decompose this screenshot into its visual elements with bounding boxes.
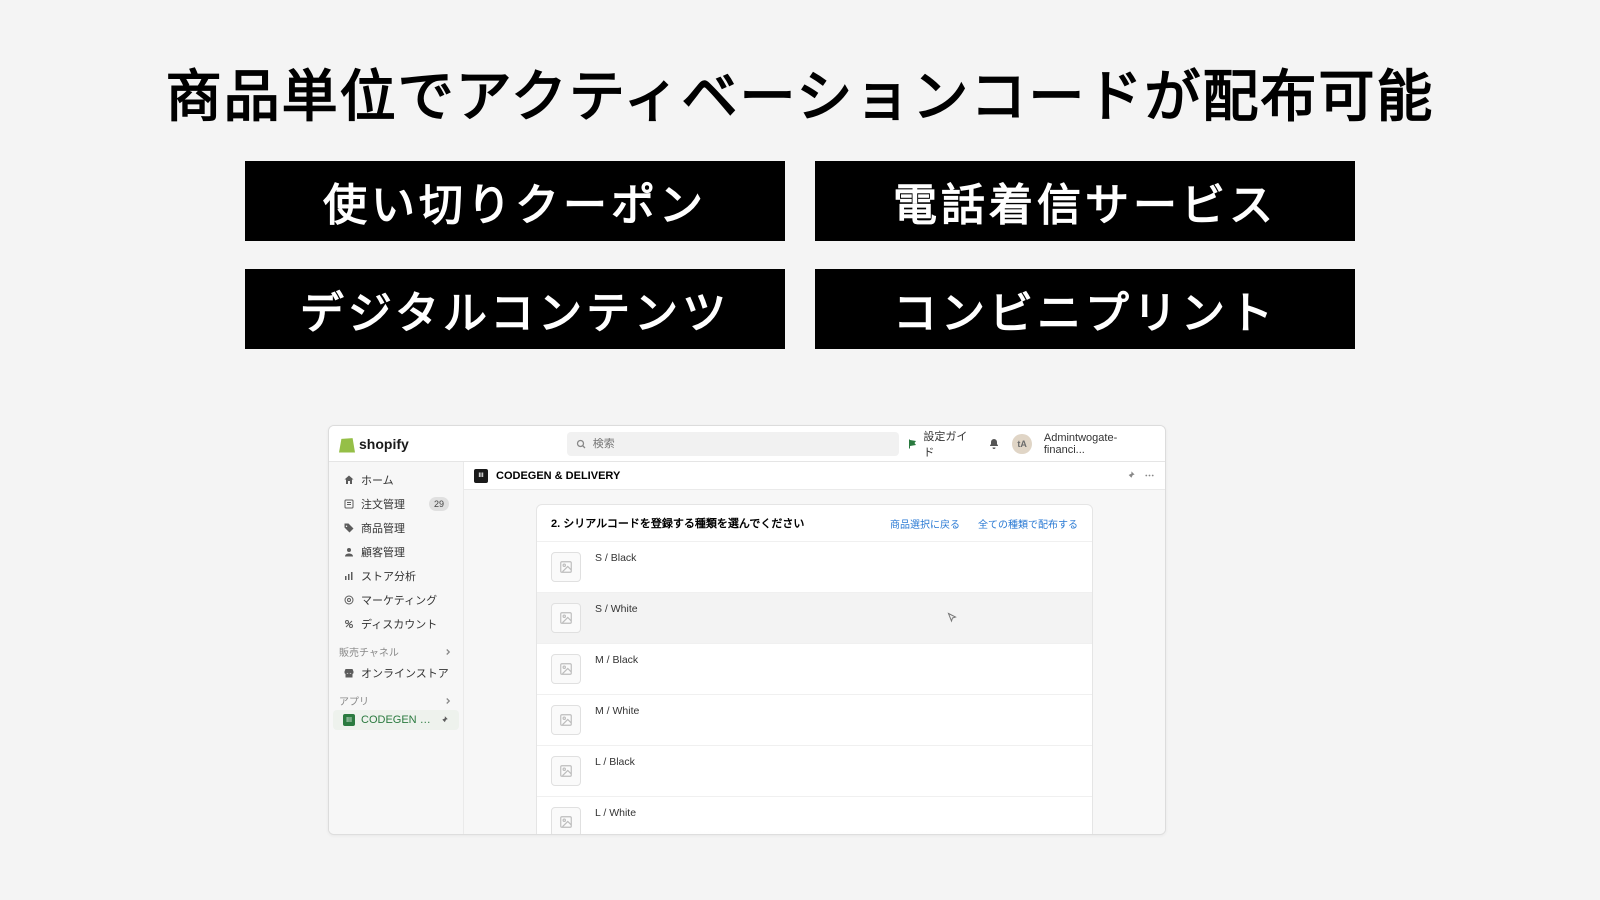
badge-digital-content: デジタルコンテンツ [245, 269, 785, 349]
sidebar-section-label: 販売チャネル [339, 644, 399, 659]
sidebar-item-online-store[interactable]: オンラインストア [333, 661, 459, 685]
orders-badge: 29 [429, 497, 449, 511]
more-icon[interactable] [1144, 470, 1155, 481]
products-icon [343, 522, 355, 534]
variant-row[interactable]: S / Black [537, 541, 1092, 592]
bottom-fade [0, 830, 1600, 900]
variant-label: L / Black [595, 756, 1078, 768]
variant-row[interactable]: L / White [537, 796, 1092, 834]
sidebar-item-analytics[interactable]: ストア分析 [333, 564, 459, 588]
sidebar-item-label: 顧客管理 [361, 544, 449, 560]
shopify-bag-icon [339, 435, 355, 453]
sidebar-item-label: ディスカウント [361, 616, 449, 632]
sidebar-item-discounts[interactable]: ディスカウント [333, 612, 459, 636]
card-header: 2. シリアルコードを登録する種類を選んでください 商品選択に戻る 全ての種類で… [537, 505, 1092, 541]
sidebar-app-codegen[interactable]: III CODEGEN & DELIVE... [333, 710, 459, 730]
user-name[interactable]: Admintwogate-financi... [1044, 432, 1155, 456]
distribute-all-link[interactable]: 全ての種類で配布する [978, 516, 1078, 531]
variant-label: S / Black [595, 552, 1078, 564]
sidebar-item-home[interactable]: ホーム [333, 468, 459, 492]
sidebar-item-orders[interactable]: 注文管理 29 [333, 492, 459, 516]
badge-row-1: 使い切りクーポン 電話着信サービス [245, 161, 1355, 241]
screenshot-window: shopify 設定ガイド tA Admintwogate-financi... [328, 425, 1166, 835]
notifications-icon[interactable] [988, 438, 1000, 450]
shopify-logo[interactable]: shopify [339, 435, 409, 453]
app-icon: III [343, 714, 355, 726]
sidebar-item-label: 商品管理 [361, 520, 449, 536]
sidebar-item-label: ストア分析 [361, 568, 449, 584]
image-placeholder-icon [551, 654, 581, 684]
sidebar-item-label: オンラインストア [361, 665, 449, 681]
topbar-right: 設定ガイド tA Admintwogate-financi... [907, 428, 1155, 460]
sidebar-item-label: ホーム [361, 472, 449, 488]
sidebar: ホーム 注文管理 29 商品管理 顧客管理 ストア分析 マーケティング [329, 462, 464, 834]
sidebar-section-label: アプリ [339, 693, 369, 708]
sidebar-item-label: マーケティング [361, 592, 449, 608]
avatar[interactable]: tA [1012, 434, 1031, 454]
back-link[interactable]: 商品選択に戻る [890, 516, 960, 531]
chevron-right-icon [443, 696, 453, 706]
variant-row[interactable]: M / White [537, 694, 1092, 745]
image-placeholder-icon [551, 603, 581, 633]
badge-coupon: 使い切りクーポン [245, 161, 785, 241]
badges-group: 使い切りクーポン 電話着信サービス デジタルコンテンツ コンビニプリント [0, 161, 1600, 349]
orders-icon [343, 498, 355, 510]
search-icon [575, 438, 587, 450]
main-panel: III CODEGEN & DELIVERY 2. シリアルコードを登録する種類… [464, 462, 1165, 834]
setup-guide-link[interactable]: 設定ガイド [907, 428, 976, 460]
sidebar-item-products[interactable]: 商品管理 [333, 516, 459, 540]
variant-card: 2. シリアルコードを登録する種類を選んでください 商品選択に戻る 全ての種類で… [536, 504, 1093, 834]
image-placeholder-icon [551, 756, 581, 786]
variant-label: M / Black [595, 654, 1078, 666]
app-body: ホーム 注文管理 29 商品管理 顧客管理 ストア分析 マーケティング [329, 462, 1165, 834]
variant-row[interactable]: M / Black [537, 643, 1092, 694]
image-placeholder-icon [551, 807, 581, 834]
badge-convenience-print: コンビニプリント [815, 269, 1355, 349]
variant-label: M / White [595, 705, 1078, 717]
image-placeholder-icon [551, 552, 581, 582]
app-header-actions [1125, 470, 1155, 481]
variant-label: L / White [595, 807, 1078, 819]
cursor-icon [946, 612, 958, 624]
brand-text: shopify [359, 436, 409, 452]
app-logo-icon: III [474, 469, 488, 483]
pin-icon[interactable] [439, 715, 449, 725]
sidebar-item-marketing[interactable]: マーケティング [333, 588, 459, 612]
variant-row[interactable]: S / White [537, 592, 1092, 643]
image-placeholder-icon [551, 705, 581, 735]
store-icon [343, 667, 355, 679]
sidebar-section-channels[interactable]: 販売チャネル [329, 636, 463, 661]
chevron-right-icon [443, 647, 453, 657]
card-header-links: 商品選択に戻る 全ての種類で配布する [890, 516, 1078, 531]
variant-row[interactable]: L / Black [537, 745, 1092, 796]
marketing-icon [343, 594, 355, 606]
variant-label: S / White [595, 603, 932, 615]
sidebar-item-customers[interactable]: 顧客管理 [333, 540, 459, 564]
topbar: shopify 設定ガイド tA Admintwogate-financi... [329, 426, 1165, 462]
sidebar-section-apps[interactable]: アプリ [329, 685, 463, 710]
setup-guide-label: 設定ガイド [923, 428, 976, 460]
analytics-icon [343, 570, 355, 582]
customers-icon [343, 546, 355, 558]
app-header-title: CODEGEN & DELIVERY [496, 470, 620, 482]
app-header: III CODEGEN & DELIVERY [464, 462, 1165, 490]
sidebar-app-label: CODEGEN & DELIVE... [361, 714, 433, 726]
step-title: 2. シリアルコードを登録する種類を選んでください [551, 515, 804, 531]
search-field[interactable] [567, 432, 900, 456]
home-icon [343, 474, 355, 486]
search-input[interactable] [593, 438, 892, 450]
slide-title: 商品単位でアクティベーションコードが配布可能 [0, 0, 1600, 161]
flag-icon [907, 438, 919, 450]
pin-icon[interactable] [1125, 470, 1136, 481]
sidebar-item-label: 注文管理 [361, 496, 423, 512]
badge-row-2: デジタルコンテンツ コンビニプリント [245, 269, 1355, 349]
badge-phone-service: 電話着信サービス [815, 161, 1355, 241]
discounts-icon [343, 618, 355, 630]
